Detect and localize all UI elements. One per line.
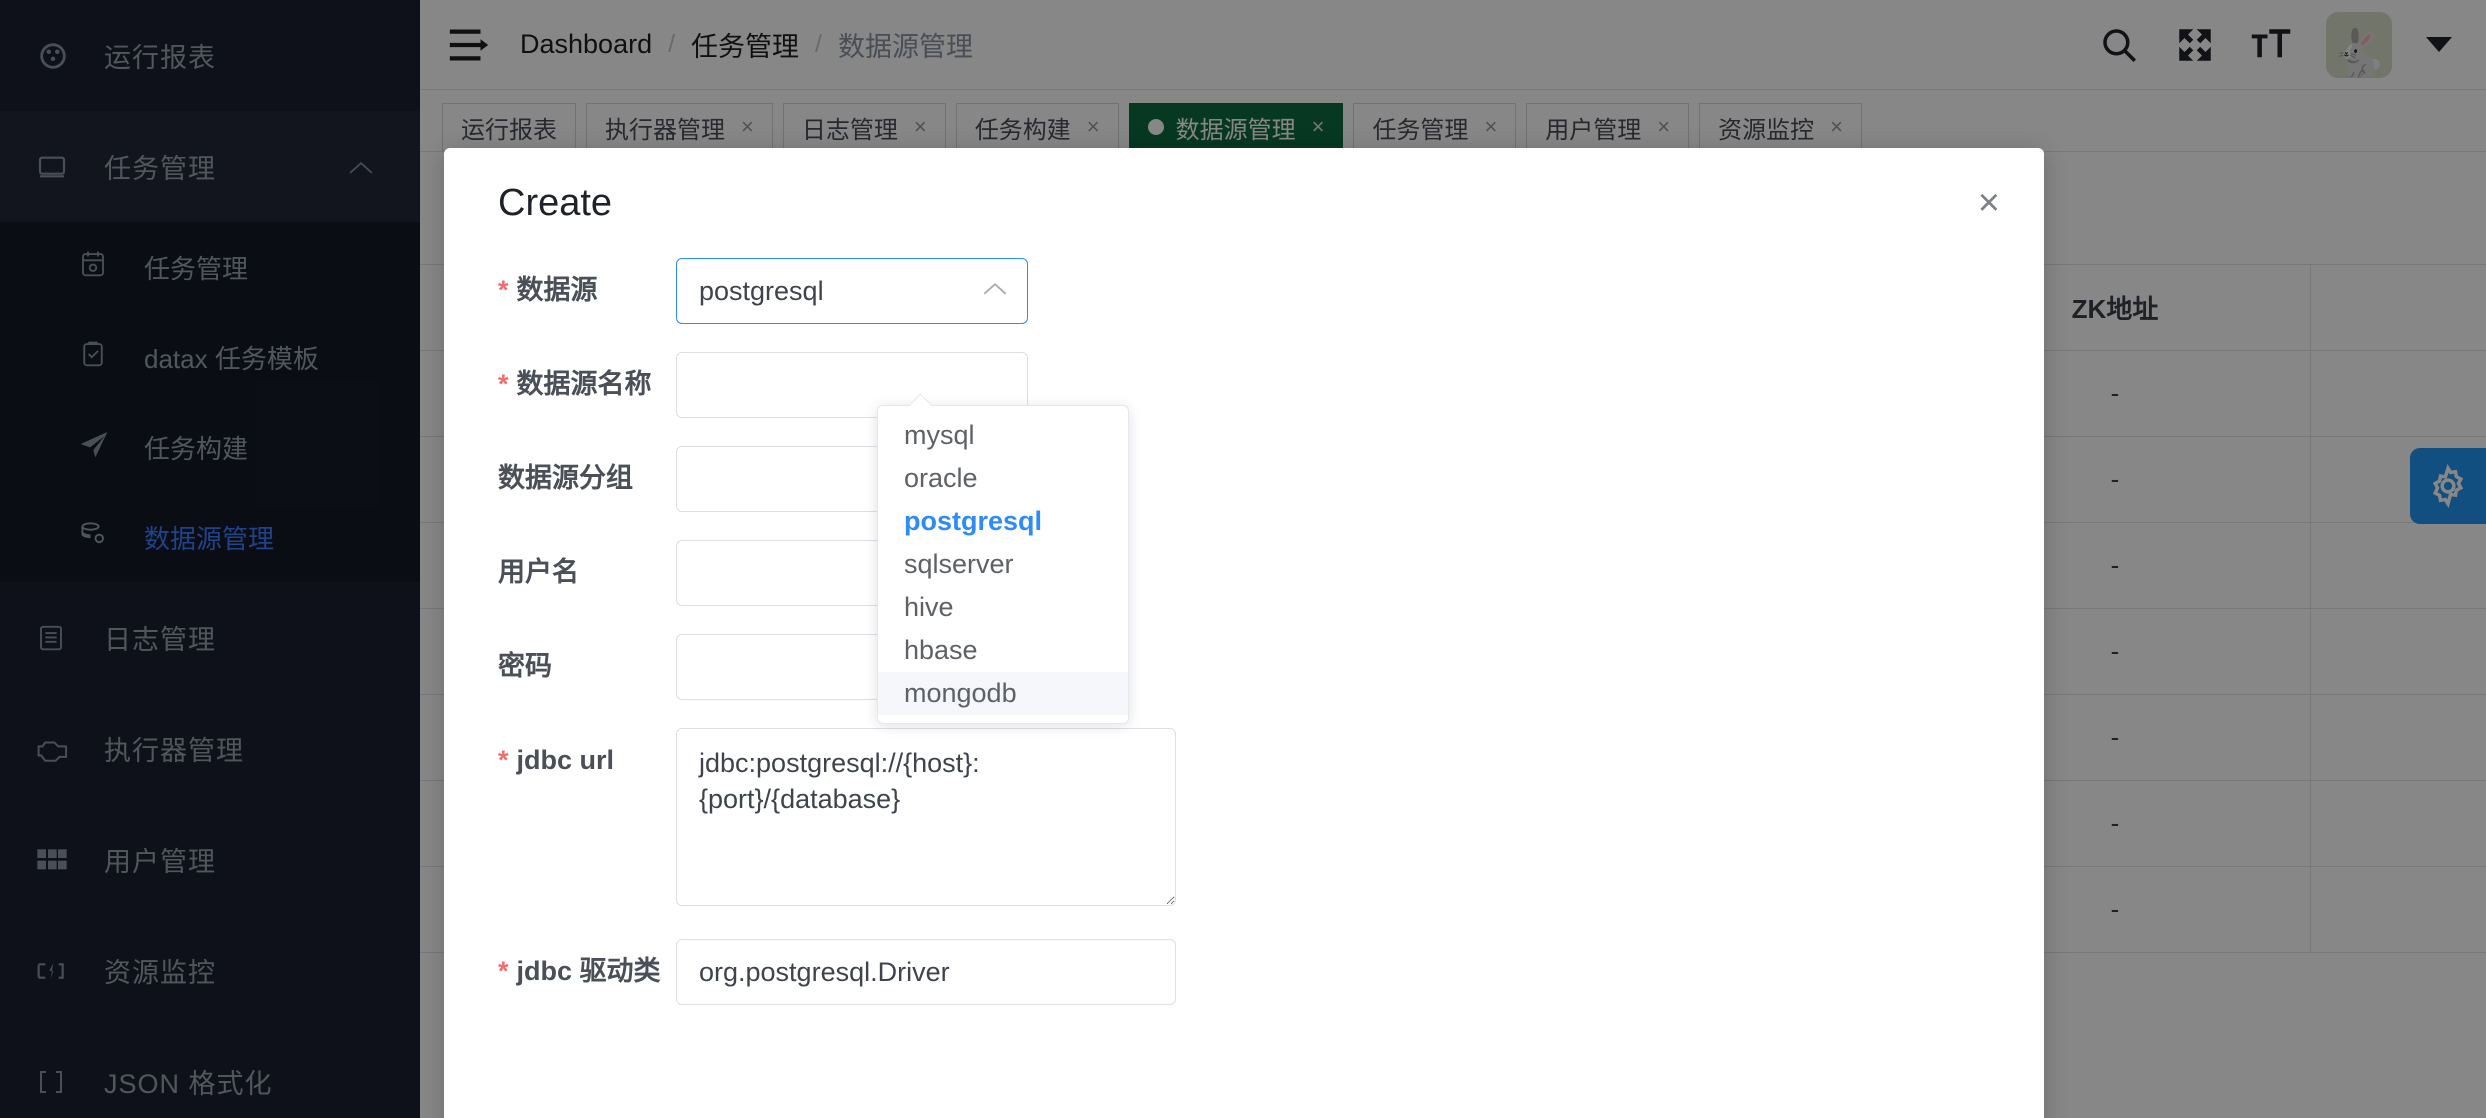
field-row-password: 密码 (498, 634, 1990, 700)
field-label-jdbc-url: *jdbc url (498, 728, 676, 776)
required-mark: * (498, 956, 509, 986)
dropdown-option-hive[interactable]: hive (878, 586, 1128, 629)
field-control-jdbc-url: jdbc:postgresql://{host}:{port}/{databas… (676, 728, 1176, 911)
create-datasource-form: *数据源 *数据源名称 (444, 258, 2044, 1005)
required-mark: * (498, 369, 509, 399)
field-label-username: 用户名 (498, 540, 676, 588)
jdbc-driver-class-input[interactable] (676, 939, 1176, 1005)
datasource-select[interactable] (676, 258, 1028, 324)
required-mark: * (498, 745, 509, 775)
field-row-datasource: *数据源 (498, 258, 1990, 324)
field-row-jdbc-driver-class: *jdbc 驱动类 (498, 939, 1990, 1005)
field-row-username: 用户名 (498, 540, 1990, 606)
dropdown-option-mysql[interactable]: mysql (878, 414, 1128, 457)
create-datasource-modal: Create × *数据源 *数据源名称 (444, 148, 2044, 1118)
modal-title: Create (498, 182, 612, 225)
dropdown-option-mongodb[interactable]: mongodb (878, 672, 1128, 715)
field-row-jdbc-url: *jdbc url jdbc:postgresql://{host}:{port… (498, 728, 1990, 911)
jdbc-url-textarea[interactable]: jdbc:postgresql://{host}:{port}/{databas… (676, 728, 1176, 906)
datasource-dropdown: mysql oracle postgresql sqlserver hive h… (877, 405, 1129, 724)
modal-header: Create × (444, 148, 2044, 258)
field-row-datasource-name: *数据源名称 (498, 352, 1990, 418)
dropdown-option-oracle[interactable]: oracle (878, 457, 1128, 500)
dropdown-option-postgresql[interactable]: postgresql (878, 500, 1128, 543)
dropdown-option-sqlserver[interactable]: sqlserver (878, 543, 1128, 586)
field-label-datasource: *数据源 (498, 258, 676, 306)
field-label-password: 密码 (498, 634, 676, 682)
field-label-datasource-group: 数据源分组 (498, 446, 676, 494)
field-control-datasource (676, 258, 1028, 324)
field-label-datasource-name: *数据源名称 (498, 352, 676, 400)
field-control-jdbc-driver-class (676, 939, 1176, 1005)
close-icon[interactable]: × (1978, 184, 2000, 222)
dropdown-option-hbase[interactable]: hbase (878, 629, 1128, 672)
required-mark: * (498, 275, 509, 305)
app-root: 运行报表 任务管理 任务管理 (0, 0, 2486, 1118)
field-row-datasource-group: 数据源分组 (498, 446, 1990, 512)
field-label-jdbc-driver-class: *jdbc 驱动类 (498, 939, 676, 987)
